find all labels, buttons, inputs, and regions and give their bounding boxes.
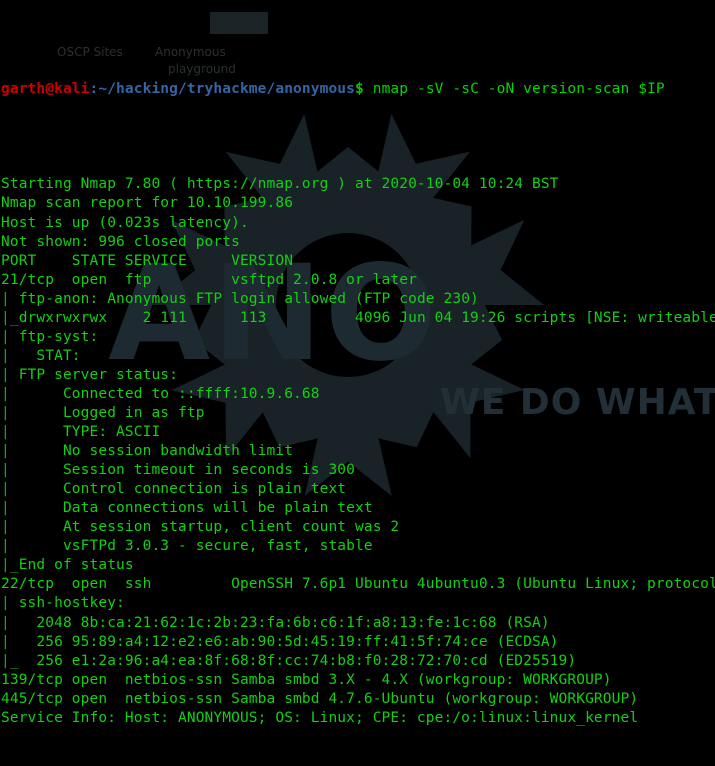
terminal-output-text: 139/tcp open netbios-ssn Samba smbd 3.X …: [1, 671, 612, 688]
terminal-output-text: ssh-hostkey:: [18, 595, 125, 612]
terminal-output-text: Not shown: 996 closed ports: [1, 233, 240, 250]
nse-pipe-marker: |: [1, 328, 19, 345]
nse-pipe-marker: |: [1, 404, 19, 421]
terminal-output-line: | Logged in as ftp: [1, 404, 715, 423]
terminal-output-text: Nmap scan report for 10.10.199.86: [1, 195, 294, 212]
terminal-output-line: 21/tcp open ftp vsftpd 2.0.8 or later: [1, 271, 715, 290]
terminal-output-line: Not shown: 996 closed ports: [1, 233, 715, 252]
terminal-output-text: 256 95:89:a4:12:e2:e6:ab:90:5d:45:19:ff:…: [18, 633, 559, 650]
terminal-output-line: Host is up (0.023s latency).: [1, 214, 715, 233]
nse-pipe-marker: |: [1, 614, 19, 631]
terminal-output-line: Nmap scan report for 10.10.199.86: [1, 194, 715, 213]
terminal-output-text: Control connection is plain text: [18, 481, 347, 498]
nse-pipe-marker: |: [1, 500, 19, 517]
nse-pipe-marker: |: [1, 347, 19, 364]
terminal-output-line: |_ 256 e1:2a:96:a4:ea:8f:68:8f:cc:74:b8:…: [1, 652, 715, 671]
terminal-output-text: 2048 8b:ca:21:62:1c:2b:23:fa:6b:c6:1f:a8…: [18, 614, 550, 631]
terminal-output-line: | 2048 8b:ca:21:62:1c:2b:23:fa:6b:c6:1f:…: [1, 614, 715, 633]
terminal-output-line: PORT STATE SERVICE VERSION: [1, 252, 715, 271]
nse-pipe-marker: |: [1, 443, 19, 460]
nse-pipe-marker: |: [1, 385, 19, 402]
terminal-output-text: 256 e1:2a:96:a4:ea:8f:68:8f:cc:74:b8:f0:…: [18, 652, 577, 669]
terminal-output-text: drwxrwxrwx 2 111 113 4096 Jun 04 19:26 s…: [18, 309, 715, 326]
terminal-output-text: ftp-anon: Anonymous FTP login allowed (F…: [18, 290, 479, 307]
nse-pipe-marker: |: [1, 519, 19, 536]
nse-pipe-marker: |_: [1, 652, 19, 669]
terminal-output-line: | ftp-syst:: [1, 328, 715, 347]
terminal-output-line: | 256 95:89:a4:12:e2:e6:ab:90:5d:45:19:f…: [1, 633, 715, 652]
terminal-output-line: 22/tcp open ssh OpenSSH 7.6p1 Ubuntu 4ub…: [1, 575, 715, 594]
terminal-output-line: | At session startup, client count was 2: [1, 518, 715, 537]
terminal-output-text: No session bandwidth limit: [18, 443, 294, 460]
terminal-output-line: 445/tcp open netbios-ssn Samba smbd 4.7.…: [1, 690, 715, 709]
nse-pipe-marker: |: [1, 595, 19, 612]
terminal-output-text: vsFTPd 3.0.3 - secure, fast, stable: [18, 538, 373, 555]
terminal-output-text: 21/tcp open ftp vsftpd 2.0.8 or later: [1, 271, 417, 288]
nse-pipe-marker: |: [1, 538, 19, 555]
nse-pipe-marker: |: [1, 290, 19, 307]
terminal-output-text: Host is up (0.023s latency).: [1, 214, 249, 231]
terminal-window[interactable]: garth@kali:~/hacking/tryhackme/anonymous…: [0, 0, 715, 726]
terminal-output-line: | Session timeout in seconds is 300: [1, 461, 715, 480]
terminal-output-text: Connected to ::ffff:10.9.6.68: [18, 385, 320, 402]
terminal-output-text: STAT:: [18, 347, 81, 364]
terminal-output-text: At session startup, client count was 2: [18, 519, 400, 536]
terminal-output-line: 139/tcp open netbios-ssn Samba smbd 3.X …: [1, 671, 715, 690]
terminal-output-text: ftp-syst:: [18, 328, 99, 345]
terminal-output-text: Data connections will be plain text: [18, 500, 373, 517]
terminal-output-text: PORT STATE SERVICE VERSION: [1, 252, 294, 269]
terminal-output-line: Starting Nmap 7.80 ( https://nmap.org ) …: [1, 175, 715, 194]
terminal-output-text: FTP server status:: [18, 366, 178, 383]
terminal-output-line: |_drwxrwxrwx 2 111 113 4096 Jun 04 19:26…: [1, 309, 715, 328]
terminal-output-line: | STAT:: [1, 347, 715, 366]
terminal-output-text: End of status: [18, 557, 134, 574]
prompt-sigil: $: [355, 81, 364, 98]
terminal-output-text: Service Info: Host: ANONYMOUS; OS: Linux…: [1, 709, 639, 726]
nse-pipe-marker: |: [1, 481, 19, 498]
terminal-output-line: | Data connections will be plain text: [1, 499, 715, 518]
terminal-output-line: | No session bandwidth limit: [1, 442, 715, 461]
nse-pipe-marker: |: [1, 424, 19, 441]
terminal-output-line: | FTP server status:: [1, 366, 715, 385]
terminal-output: Starting Nmap 7.80 ( https://nmap.org ) …: [1, 175, 715, 727]
terminal-output-text: TYPE: ASCII: [18, 424, 161, 441]
terminal-prompt-line: garth@kali:~/hacking/tryhackme/anonymous…: [1, 80, 715, 99]
terminal-output-text: Starting Nmap 7.80 ( https://nmap.org ) …: [1, 176, 559, 193]
terminal-output-line: | Control connection is plain text: [1, 480, 715, 499]
terminal-output-text: Session timeout in seconds is 300: [18, 462, 355, 479]
terminal-output-line: |_End of status: [1, 556, 715, 575]
terminal-command-input[interactable]: nmap -sV -sC -oN version-scan $IP: [364, 81, 665, 97]
nse-pipe-marker: |_: [1, 557, 19, 574]
terminal-output-text: 22/tcp open ssh OpenSSH 7.6p1 Ubuntu 4ub…: [1, 576, 715, 593]
terminal-output-line: | ssh-hostkey:: [1, 594, 715, 613]
nse-pipe-marker: |: [1, 462, 19, 479]
prompt-user-host: garth@kali: [1, 81, 90, 98]
terminal-output-line: | Connected to ::ffff:10.9.6.68: [1, 385, 715, 404]
prompt-path: ~/hacking/tryhackme/anonymous: [98, 81, 356, 98]
nse-pipe-marker: |: [1, 633, 19, 650]
terminal-output-line: | TYPE: ASCII: [1, 423, 715, 442]
terminal-output-line: Service Info: Host: ANONYMOUS; OS: Linux…: [1, 709, 715, 728]
nse-pipe-marker: |_: [1, 309, 19, 326]
terminal-output-text: 445/tcp open netbios-ssn Samba smbd 4.7.…: [1, 690, 639, 707]
nse-pipe-marker: |: [1, 366, 19, 383]
terminal-output-text: Logged in as ftp: [18, 404, 205, 421]
terminal-output-line: | ftp-anon: Anonymous FTP login allowed …: [1, 290, 715, 309]
